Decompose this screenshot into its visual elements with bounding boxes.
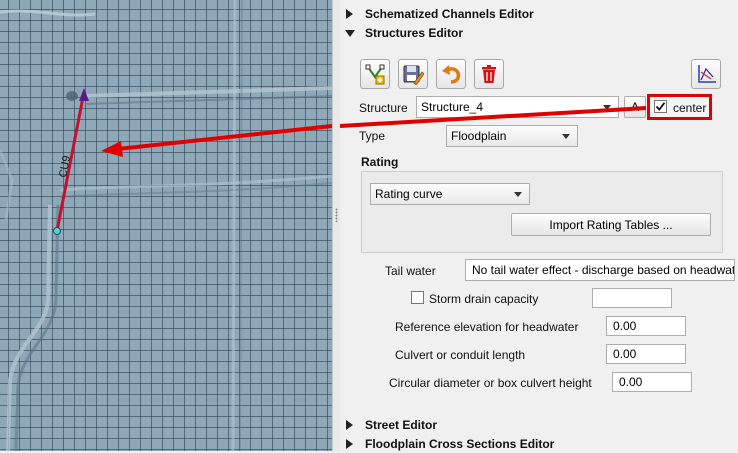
expand-arrow-icon bbox=[346, 9, 353, 19]
type-label: Type bbox=[359, 129, 386, 143]
section-title: Schematized Channels Editor bbox=[365, 7, 534, 21]
undo-arrow-icon bbox=[442, 65, 461, 84]
map-canvas[interactable]: CU9 bbox=[0, 0, 332, 451]
section-schematized-channels[interactable]: Schematized Channels Editor bbox=[344, 5, 534, 23]
type-select-value: Floodplain bbox=[451, 129, 507, 143]
culvert-length-label: Culvert or conduit length bbox=[395, 348, 526, 362]
delete-structure-button[interactable] bbox=[474, 59, 504, 89]
section-title: Structures Editor bbox=[365, 26, 464, 40]
rating-select[interactable]: Rating curve bbox=[370, 183, 530, 205]
culvert-length-field[interactable]: 0.00 bbox=[606, 344, 686, 364]
culvert-diameter-field[interactable]: 0.00 bbox=[612, 372, 692, 392]
panel-splitter[interactable] bbox=[332, 0, 340, 451]
tail-water-field[interactable]: No tail water effect - discharge based o… bbox=[465, 259, 735, 281]
chevron-down-icon bbox=[562, 134, 570, 139]
culvert-diameter-label: Circular diameter or box culvert height bbox=[389, 376, 592, 390]
save-structure-button[interactable] bbox=[398, 59, 428, 89]
terrain-depression bbox=[66, 91, 78, 101]
terrain-road-horizontal-shadow bbox=[84, 95, 332, 105]
editor-panel: Schematized Channels Editor Structures E… bbox=[340, 0, 738, 451]
storm-drain-checkbox[interactable] bbox=[411, 291, 424, 304]
center-checkbox[interactable] bbox=[654, 100, 667, 113]
terrain-road-vertical bbox=[231, 0, 237, 451]
vertex-add-icon bbox=[365, 64, 385, 85]
structure-node bbox=[53, 227, 61, 235]
reference-elevation-field[interactable]: 0.00 bbox=[606, 316, 686, 336]
tail-water-value: No tail water effect - discharge based o… bbox=[472, 263, 735, 277]
section-title: Street Editor bbox=[365, 418, 438, 432]
rating-select-value: Rating curve bbox=[375, 187, 443, 201]
rating-title: Rating bbox=[361, 155, 399, 169]
checkmark-icon bbox=[655, 102, 666, 111]
annotation-arrow-line bbox=[117, 124, 332, 151]
storm-drain-field[interactable] bbox=[592, 288, 672, 308]
culvert-length-value: 0.00 bbox=[613, 347, 637, 361]
trash-icon bbox=[482, 65, 496, 83]
section-street[interactable]: Street Editor bbox=[344, 416, 437, 434]
annotation-arrowhead bbox=[101, 141, 123, 157]
storm-drain-label: Storm drain capacity bbox=[429, 292, 539, 306]
terrain-channel-top bbox=[0, 9, 96, 17]
terrain-road-vertical-shadow bbox=[239, 0, 243, 451]
structure-label: CU9 bbox=[57, 155, 73, 179]
collapse-arrow-icon bbox=[345, 29, 355, 37]
terrain-ridge-left bbox=[0, 149, 14, 221]
terrain-road-west bbox=[6, 204, 52, 451]
add-structure-button[interactable] bbox=[360, 59, 390, 89]
type-select[interactable]: Floodplain bbox=[446, 125, 578, 147]
save-edit-icon bbox=[403, 65, 424, 85]
terrain-road-lower bbox=[59, 174, 332, 192]
map-overlay: CU9 bbox=[0, 0, 332, 451]
tail-water-label: Tail water bbox=[385, 264, 436, 278]
terrain-road-horizontal bbox=[84, 86, 332, 98]
expand-arrow-icon bbox=[346, 439, 353, 449]
section-title: Floodplain Cross Sections Editor bbox=[365, 437, 555, 451]
axis-plot-icon bbox=[698, 65, 716, 83]
section-floodplain-cross-sections[interactable]: Floodplain Cross Sections Editor bbox=[344, 435, 554, 453]
plot-button[interactable] bbox=[691, 59, 721, 89]
center-label: center bbox=[673, 101, 707, 115]
import-button-label: Import Rating Tables ... bbox=[549, 217, 673, 232]
reference-elevation-label: Reference elevation for headwater bbox=[395, 320, 579, 334]
section-structures[interactable]: Structures Editor bbox=[344, 24, 463, 42]
revert-button[interactable] bbox=[436, 59, 466, 89]
chevron-down-icon bbox=[514, 192, 522, 197]
import-rating-tables-button[interactable]: Import Rating Tables ... bbox=[511, 213, 711, 236]
culvert-diameter-value: 0.00 bbox=[619, 375, 643, 389]
reference-elevation-value: 0.00 bbox=[613, 319, 637, 333]
expand-arrow-icon bbox=[346, 420, 353, 430]
